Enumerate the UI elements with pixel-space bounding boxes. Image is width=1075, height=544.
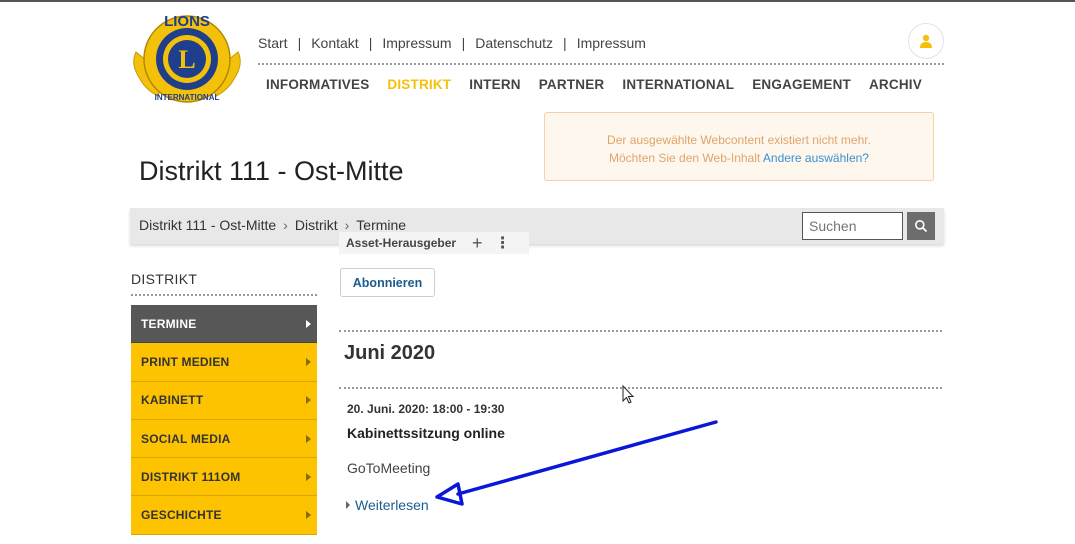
- more-options-icon[interactable]: ⋮: [495, 233, 511, 253]
- top-navigation: Start | Kontakt | Impressum | Datenschut…: [258, 35, 646, 51]
- user-icon: [920, 34, 932, 48]
- alert-select-other-link[interactable]: Andere auswählen?: [763, 151, 869, 165]
- topnav-divider: [258, 63, 944, 65]
- breadcrumb-item-distrikt[interactable]: Distrikt: [295, 217, 338, 233]
- sidebar-item-label: GESCHICHTE: [141, 508, 222, 523]
- event-title[interactable]: Kabinettssitzung online: [347, 425, 505, 441]
- mainnav-engagement[interactable]: ENGAGEMENT: [752, 77, 851, 92]
- caret-right-icon: [306, 319, 311, 328]
- event-date: 20. Juni. 2020: 18:00 - 19:30: [347, 402, 505, 416]
- user-button[interactable]: [908, 23, 944, 59]
- sidebar-item-label: KABINETT: [141, 393, 204, 408]
- search-input[interactable]: [802, 212, 903, 240]
- breadcrumb-item-termine: Termine: [356, 217, 407, 233]
- sidebar-item-termine[interactable]: TERMINE: [131, 305, 317, 344]
- event-description: GoToMeeting: [347, 460, 431, 476]
- mainnav-informatives[interactable]: INFORMATIVES: [266, 77, 369, 92]
- topnav-separator: |: [297, 35, 302, 51]
- asset-publisher-toolbar: Asset-Herausgeber + ⋮: [339, 232, 529, 254]
- caret-right-icon: [346, 501, 350, 509]
- mainnav-intern[interactable]: INTERN: [469, 77, 520, 92]
- breadcrumb-bar: Distrikt 111 - Ost-Mitte › Distrikt › Te…: [130, 208, 944, 244]
- topnav-datenschutz[interactable]: Datenschutz: [475, 35, 553, 51]
- topnav-separator: |: [563, 35, 567, 51]
- search-icon: [915, 220, 928, 233]
- logo-letter: L: [178, 45, 195, 74]
- logo-text-top: LIONS: [164, 13, 210, 30]
- read-more-label: Weiterlesen: [355, 497, 429, 513]
- topnav-start[interactable]: Start: [258, 35, 288, 51]
- sidebar-item-social-media[interactable]: SOCIAL MEDIA: [131, 419, 317, 459]
- sidebar-item-label: TERMINE: [141, 316, 197, 331]
- search-button[interactable]: [907, 212, 935, 240]
- content-divider-top: [339, 330, 942, 332]
- mainnav-archiv[interactable]: ARCHIV: [869, 77, 922, 92]
- sidebar-menu: TERMINE PRINT MEDIEN KABINETT SOCIAL MED…: [131, 305, 317, 535]
- topnav-separator: |: [368, 35, 373, 51]
- alert-line-2: Möchten Sie den Web-Inhalt Andere auswäh…: [545, 149, 933, 167]
- sidebar-item-label: DISTRIKT 111OM: [141, 469, 241, 484]
- sidebar-item-geschichte[interactable]: GESCHICHTE: [131, 496, 317, 535]
- breadcrumb: Distrikt 111 - Ost-Mitte › Distrikt › Te…: [139, 217, 406, 233]
- lions-logo[interactable]: L LIONS INTERNATIONAL: [128, 4, 246, 116]
- alert-line-2-text: Möchten Sie den Web-Inhalt: [609, 151, 761, 165]
- topnav-kontakt[interactable]: Kontakt: [311, 35, 358, 51]
- content-divider-month: [339, 387, 942, 389]
- logo-text-bottom: INTERNATIONAL: [155, 93, 220, 102]
- mainnav-distrikt[interactable]: DISTRIKT: [387, 77, 451, 92]
- page-title: Distrikt 111 - Ost-Mitte: [139, 156, 404, 186]
- month-heading: Juni 2020: [344, 342, 436, 364]
- top-border: [0, 0, 1075, 2]
- sidebar-heading: DISTRIKT: [131, 271, 198, 287]
- topnav-separator: |: [461, 35, 466, 51]
- sidebar-item-kabinett[interactable]: KABINETT: [131, 381, 317, 420]
- caret-right-icon: [306, 396, 311, 405]
- chevron-right-icon: ›: [283, 217, 288, 233]
- chevron-right-icon: ›: [344, 217, 350, 233]
- topnav-impressum-2[interactable]: Impressum: [577, 35, 646, 51]
- mainnav-international[interactable]: INTERNATIONAL: [622, 77, 734, 92]
- sidebar-heading-divider: [131, 294, 317, 296]
- alert-line-1: Der ausgewählte Webcontent existiert nic…: [607, 133, 871, 147]
- caret-right-icon: [306, 511, 311, 520]
- subscribe-button[interactable]: Abonnieren: [340, 268, 435, 297]
- sidebar-item-distrikt-111om[interactable]: DISTRIKT 111OM: [131, 458, 317, 497]
- main-navigation: INFORMATIVES DISTRIKT INTERN PARTNER INT…: [266, 77, 940, 92]
- caret-right-icon: [306, 357, 311, 366]
- asset-publisher-label: Asset-Herausgeber: [346, 236, 457, 250]
- caret-right-icon: [306, 434, 311, 443]
- read-more-link[interactable]: Weiterlesen: [346, 497, 429, 513]
- topnav-impressum[interactable]: Impressum: [382, 35, 451, 51]
- sidebar-item-label: PRINT MEDIEN: [141, 354, 230, 369]
- caret-right-icon: [306, 472, 311, 481]
- add-icon[interactable]: +: [472, 233, 483, 254]
- breadcrumb-item-home[interactable]: Distrikt 111 - Ost-Mitte: [139, 217, 276, 233]
- sidebar-item-label: SOCIAL MEDIA: [141, 431, 231, 446]
- sidebar-item-print-medien[interactable]: PRINT MEDIEN: [131, 343, 317, 382]
- alert-webcontent-missing: Der ausgewählte Webcontent existiert nic…: [544, 112, 934, 181]
- mainnav-partner[interactable]: PARTNER: [539, 77, 605, 92]
